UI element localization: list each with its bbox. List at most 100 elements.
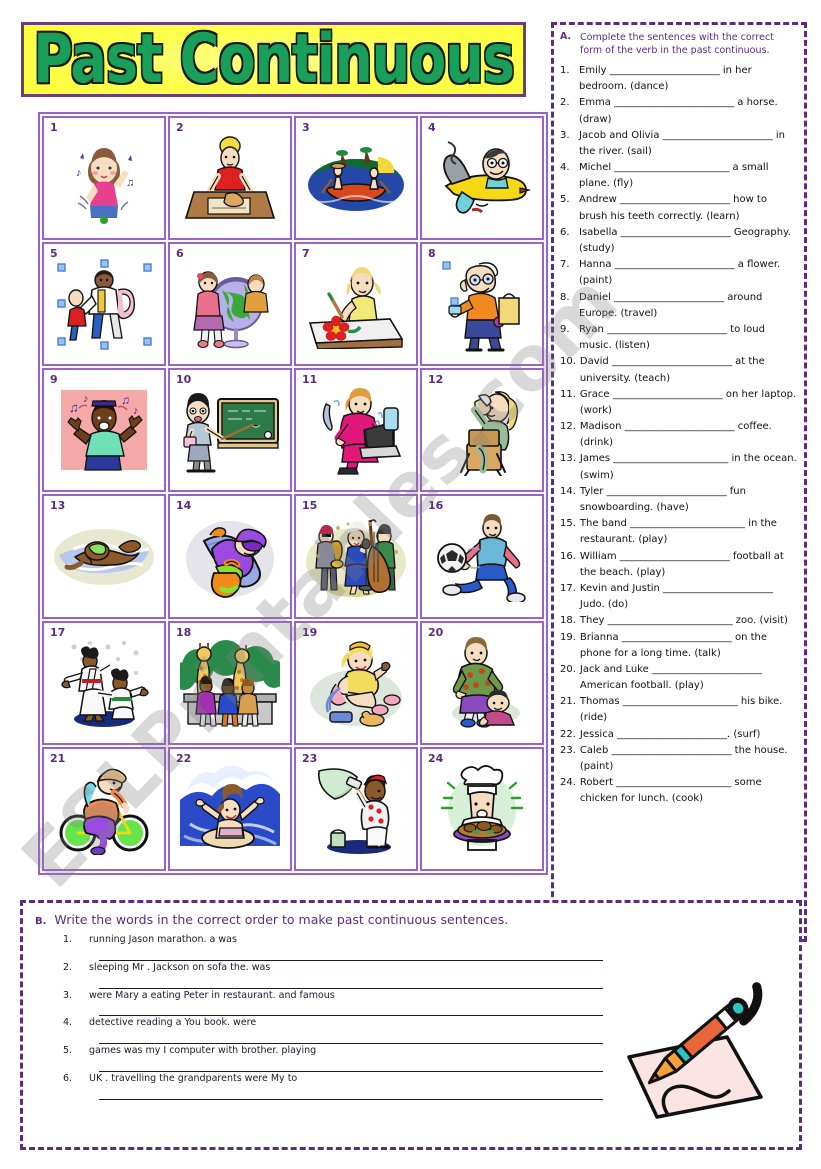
- exercise-a-item-sentence[interactable]: Kevin and Justin ______________________ …: [580, 581, 797, 613]
- drawing-woman-icon: [170, 118, 290, 238]
- exercise-a-item-number: 20.: [560, 663, 576, 675]
- exercise-a-item: 19. Brianna ______________________ on the…: [560, 630, 797, 662]
- exercise-a-item-sentence[interactable]: David ________________________ at the un…: [580, 354, 797, 386]
- exercise-a-item: 24. Robert _______________________ some c…: [560, 775, 797, 807]
- exercise-a-item-sentence[interactable]: Madison ______________________ coffee. (…: [580, 419, 797, 451]
- teacher-blackboard-icon: [170, 370, 290, 490]
- picture-cell-9: ♫ ♪ ♫ ♪ 9: [42, 368, 166, 493]
- picture-number: 9: [50, 373, 58, 387]
- exercise-b-item-number: 6.: [63, 1073, 73, 1085]
- exercise-b-answer-line[interactable]: [99, 1030, 603, 1045]
- exercise-a-item-sentence[interactable]: Andrew ______________________ how to bru…: [579, 192, 797, 224]
- exercise-b-answer-line[interactable]: [99, 1002, 603, 1017]
- exercise-a-item: 21. Thomas _______________________ his bi…: [560, 694, 797, 726]
- flying-plane-icon: [422, 118, 542, 238]
- exercise-b-item: 5. games was my I computer with brother. …: [63, 1045, 603, 1073]
- picture-cell-11: 11: [294, 368, 418, 493]
- exercise-a-item: 20. Jack and Luke ______________________ …: [560, 662, 797, 694]
- exercise-a-item-sentence[interactable]: Robert _______________________ some chic…: [580, 775, 797, 807]
- exercise-a-item: 2. Emma ________________________ a horse.…: [560, 95, 797, 127]
- exercise-a-item-sentence[interactable]: Tyler ________________________ fun snowb…: [580, 484, 797, 516]
- exercise-b-item-words: were Mary a eating Peter in restaurant. …: [89, 989, 335, 1001]
- exercise-b-item-number: 4.: [63, 1017, 73, 1029]
- band-playing-icon: [296, 496, 416, 616]
- exercise-b-item-number: 1.: [63, 934, 73, 945]
- exercise-a-item-sentence[interactable]: Thomas _______________________ his bike.…: [580, 694, 797, 726]
- exercise-a-item-number: 19.: [560, 631, 576, 643]
- exercise-a-item-sentence[interactable]: Emily ______________________ in her bedr…: [579, 63, 797, 95]
- exercise-b-answer-line[interactable]: [99, 975, 603, 989]
- picture-cell-20: 20: [420, 620, 544, 745]
- exercise-b-answer-line[interactable]: [99, 1058, 603, 1073]
- drinking-coffee-icon: [422, 370, 542, 490]
- exercise-a-item-sentence[interactable]: Jessica ______________________. (surf): [580, 727, 797, 743]
- exercise-a-item-number: 13.: [560, 453, 576, 465]
- exercise-a-item-number: 23.: [560, 744, 576, 756]
- painting-flower-icon: [296, 244, 416, 364]
- exercise-a-item: 17. Kevin and Justin ____________________…: [560, 581, 797, 613]
- exercise-a-item: 14. Tyler ________________________ fun sn…: [560, 484, 797, 516]
- exercise-b-answer-line[interactable]: [99, 1086, 603, 1100]
- picture-number: 6: [176, 247, 184, 261]
- exercise-b-instruction: Write the words in the correct order to …: [54, 912, 509, 927]
- picture-number: 19: [302, 625, 318, 639]
- exercise-a-item: 4. Michel _______________________ a small…: [560, 160, 797, 192]
- exercise-a-item-sentence[interactable]: James _______________________ in the oce…: [580, 451, 797, 483]
- exercise-b-item-words: running Jason marathon. a was: [89, 934, 237, 945]
- picture-number: 13: [50, 499, 66, 513]
- picture-cell-7: 7: [294, 242, 418, 367]
- brushing-teeth-icon: [44, 244, 164, 364]
- exercise-a-item-number: 2.: [560, 97, 570, 109]
- picture-cell-16: 16: [420, 494, 544, 619]
- exercise-b-answer-line[interactable]: [99, 947, 603, 961]
- picture-cell-8: 8: [420, 242, 544, 367]
- picture-number: 5: [50, 247, 58, 261]
- picture-cell-15: 15: [294, 494, 418, 619]
- picture-cell-4: 4: [420, 116, 544, 241]
- swimmer-icon: [44, 496, 164, 616]
- exercise-a-item-sentence[interactable]: Jacob and Olivia ______________________ …: [579, 128, 797, 160]
- sailing-boat-icon: [296, 118, 416, 238]
- exercise-a-item: 3. Jacob and Olivia _____________________…: [560, 128, 797, 160]
- exercise-a-item-number: 1.: [560, 64, 570, 76]
- picture-number: 20: [428, 625, 444, 639]
- judo-fighters-icon: [44, 623, 164, 743]
- american-football-icon: [422, 623, 542, 743]
- picture-number: 10: [176, 373, 192, 387]
- exercise-a-item-number: 22.: [560, 728, 576, 740]
- surfing-wave-icon: [170, 749, 290, 869]
- exercise-b-item-number: 5.: [63, 1045, 73, 1057]
- exercise-a-item-list: 1. Emily ______________________ in her be…: [560, 63, 797, 808]
- picture-cell-5: 5: [42, 242, 166, 367]
- exercise-a-item-sentence[interactable]: Michel _______________________ a small p…: [579, 160, 797, 192]
- exercise-a-item-sentence[interactable]: Caleb ________________________ the house…: [580, 743, 797, 775]
- exercise-a-item-number: 12.: [560, 421, 576, 433]
- chef-cooking-icon: [422, 749, 542, 869]
- picture-number: 24: [428, 751, 444, 765]
- exercise-a-item-sentence[interactable]: Hanna ________________________ a flower.…: [579, 257, 797, 289]
- exercise-a-item-sentence[interactable]: Isabella ______________________ Geograph…: [579, 225, 797, 257]
- exercise-a-item-number: 10.: [560, 356, 576, 368]
- picture-number: 22: [176, 751, 192, 765]
- svg-text:♪: ♪: [133, 405, 139, 417]
- picture-number: 21: [50, 751, 66, 765]
- exercise-a-item-sentence[interactable]: The band _______________________ in the …: [580, 516, 797, 548]
- svg-text:♫: ♫: [121, 393, 130, 407]
- svg-text:♪: ♪: [83, 393, 89, 405]
- exercise-b-item-words: sleeping Mr . Jackson on sofa the. was: [89, 961, 271, 973]
- exercise-a-item-sentence[interactable]: William ______________________ football …: [580, 549, 797, 581]
- exercise-b-item: 3. were Mary a eating Peter in restaurant…: [63, 989, 603, 1017]
- exercise-a-item-sentence[interactable]: Brianna ______________________ on the ph…: [580, 630, 797, 662]
- zoo-giraffes-icon: [170, 623, 290, 743]
- picture-number: 7: [302, 247, 310, 261]
- exercise-a-item-sentence[interactable]: Emma ________________________ a horse. (…: [579, 95, 797, 127]
- exercise-b-item: 4. detective reading a You book. were: [63, 1017, 603, 1045]
- exercise-a-item-sentence[interactable]: Grace ______________________ on her lapt…: [580, 387, 797, 419]
- talking-phone-icon: [296, 623, 416, 743]
- exercise-b-item: 6. UK . travelling the grandparents were …: [63, 1073, 603, 1100]
- exercise-a-item-sentence[interactable]: They _________________________ zoo. (vis…: [580, 613, 797, 629]
- exercise-a-item-sentence[interactable]: Daniel ______________________ around Eur…: [579, 290, 797, 322]
- dancing-girl-icon: ♪ ♫: [44, 118, 164, 238]
- exercise-a-item-sentence[interactable]: Ryan ________________________ to loud mu…: [579, 322, 797, 354]
- exercise-a-item-sentence[interactable]: Jack and Luke ______________________ Ame…: [580, 662, 797, 694]
